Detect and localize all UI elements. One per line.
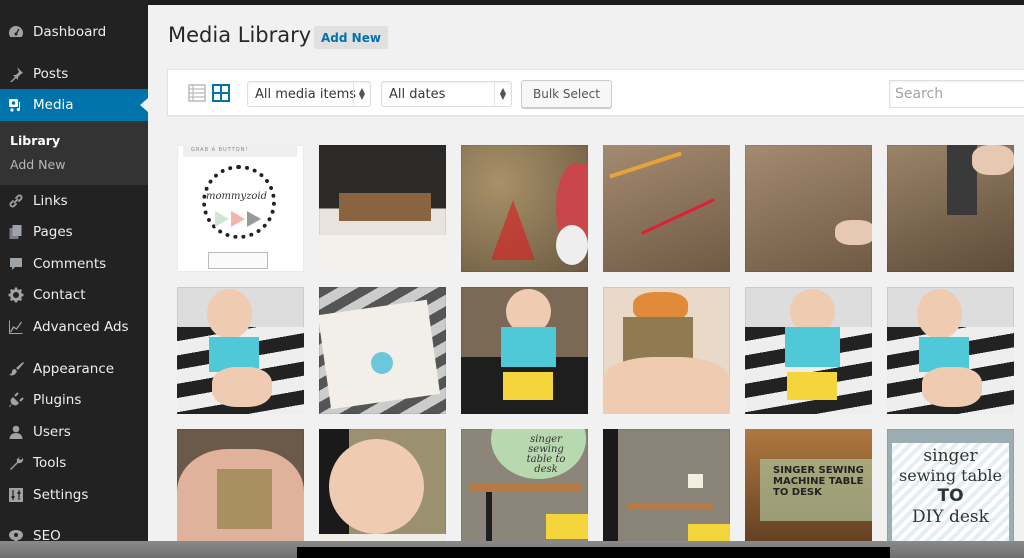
attachment-overlay-line: DIY desk — [912, 507, 989, 527]
sidebar-item-plugins[interactable]: Plugins — [0, 384, 148, 416]
sidebar-item-label: Plugins — [33, 392, 82, 408]
select-arrows-icon: ▲ ▼ — [494, 82, 511, 106]
sidebar-item-comments[interactable]: Comments — [0, 248, 148, 280]
media-attachment[interactable] — [177, 429, 304, 541]
sidebar-item-tools[interactable]: Tools — [0, 447, 148, 479]
media-attachment[interactable] — [319, 429, 446, 541]
media-attachment[interactable] — [745, 145, 872, 272]
sliders-icon — [8, 487, 24, 503]
seo-icon — [8, 528, 24, 541]
sidebar-item-label: Tools — [33, 455, 67, 471]
media-attachment[interactable] — [177, 287, 304, 414]
sidebar-item-seo[interactable]: SEO — [0, 520, 148, 541]
comment-icon — [8, 256, 24, 272]
sidebar-item-label: Pages — [33, 224, 73, 240]
wordpress-admin-window: Dashboard Posts Media Library Add New Li… — [0, 0, 1024, 541]
date-filter[interactable]: All dates ▲ ▼ — [381, 81, 512, 107]
media-attachment[interactable] — [603, 429, 730, 541]
bottom-bar — [297, 547, 890, 558]
sidebar-item-label: Contact — [33, 287, 86, 303]
media-attachment[interactable] — [603, 287, 730, 414]
sidebar-item-media[interactable]: Media — [0, 89, 148, 121]
media-submenu: Library Add New — [0, 121, 148, 185]
media-attachment[interactable] — [319, 287, 446, 414]
sidebar-item-label: SEO — [33, 528, 61, 541]
media-attachment[interactable] — [887, 145, 1014, 272]
sidebar-item-label: Users — [33, 424, 71, 440]
sidebar-item-links[interactable]: Links — [0, 185, 148, 217]
sidebar-item-label: Comments — [33, 256, 107, 272]
sidebar-item-users[interactable]: Users — [0, 416, 148, 448]
sidebar-item-label: Dashboard — [33, 24, 107, 40]
submenu-add-new[interactable]: Add New — [10, 157, 65, 172]
media-attachment[interactable] — [603, 145, 730, 272]
chart-icon — [8, 319, 24, 335]
media-attachment[interactable] — [461, 287, 588, 414]
attachment-header-text: GRAB A BUTTON! — [191, 147, 249, 153]
user-icon — [8, 424, 24, 440]
media-attachment[interactable] — [319, 145, 446, 272]
sidebar-item-label: Links — [33, 193, 68, 209]
sidebar-item-pages[interactable]: Pages — [0, 216, 148, 248]
date-filter-value: All dates — [389, 86, 446, 102]
submenu-library[interactable]: Library — [10, 133, 60, 148]
sidebar-item-posts[interactable]: Posts — [0, 58, 148, 90]
sidebar-item-label: Posts — [33, 66, 69, 82]
sidebar-item-label: Media — [33, 97, 74, 113]
attachment-overlay-text: singer sewing table to desk — [526, 434, 566, 475]
bulk-select-button[interactable]: Bulk Select — [521, 80, 612, 108]
media-attachment[interactable] — [461, 145, 588, 272]
search-input[interactable] — [889, 80, 1024, 108]
media-attachment[interactable]: GRAB A BUTTON! mommyzoid — [177, 145, 304, 272]
admin-sidebar: Dashboard Posts Media Library Add New Li… — [0, 0, 148, 541]
gear-icon — [8, 287, 24, 303]
dashboard-icon — [8, 24, 24, 40]
media-toolbar: All media items ▲ ▼ All dates ▲ ▼ Bulk Sel… — [167, 69, 1024, 116]
plug-icon — [8, 392, 24, 408]
select-arrows-icon: ▲ ▼ — [353, 82, 370, 106]
sidebar-item-appearance[interactable]: Appearance — [0, 353, 148, 385]
sidebar-item-label: Appearance — [33, 361, 115, 377]
sidebar-item-settings[interactable]: Settings — [0, 479, 148, 511]
media-attachment[interactable]: singer sewing table to desk — [461, 429, 588, 541]
brush-icon — [8, 361, 24, 377]
attachment-overlay-text: SINGER SEWING MACHINE TABLE TO DESK — [773, 465, 864, 498]
list-view-icon[interactable] — [188, 84, 206, 102]
sidebar-item-dashboard[interactable]: Dashboard — [0, 16, 148, 48]
sidebar-item-label: Advanced Ads — [33, 319, 129, 335]
sidebar-item-label: Settings — [33, 487, 89, 503]
grid-view-icon[interactable] — [212, 84, 230, 102]
media-attachment[interactable]: singer sewing table TO DIY desk — [887, 429, 1014, 541]
media-attachment[interactable]: SINGER SEWING MACHINE TABLE TO DESK — [745, 429, 872, 541]
attachment-logo-text: mommyzoid — [206, 191, 268, 202]
attachment-overlay-line: sewing table — [899, 466, 1002, 485]
media-type-filter[interactable]: All media items ▲ ▼ — [247, 81, 371, 107]
link-icon — [8, 193, 24, 209]
sidebar-item-contact[interactable]: Contact — [0, 279, 148, 311]
media-attachment[interactable] — [887, 287, 1014, 414]
sidebar-item-advanced-ads[interactable]: Advanced Ads — [0, 311, 148, 343]
attachment-overlay-line: TO — [937, 486, 964, 506]
pages-icon — [8, 224, 24, 240]
wrench-icon — [8, 455, 24, 471]
media-attachment[interactable] — [745, 287, 872, 414]
page-title: Media Library — [168, 23, 312, 47]
pin-icon — [8, 66, 24, 82]
media-type-filter-value: All media items — [255, 86, 357, 102]
attachment-overlay-line: singer — [923, 446, 978, 466]
add-new-button[interactable]: Add New — [314, 26, 388, 49]
media-icon — [8, 97, 24, 113]
